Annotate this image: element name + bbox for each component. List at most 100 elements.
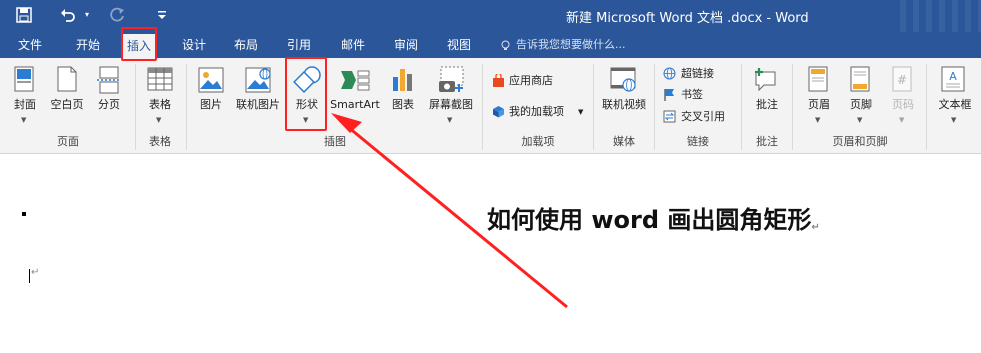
tab-view[interactable]: 视图 bbox=[437, 32, 481, 58]
chevron-down-icon: ▼ bbox=[857, 116, 863, 124]
header-button[interactable]: 页眉 ▼ bbox=[800, 64, 838, 130]
redo-icon[interactable] bbox=[107, 5, 127, 25]
online-video-label: 联机视频 bbox=[602, 98, 646, 111]
online-video-button[interactable]: 联机视频 bbox=[598, 64, 650, 130]
hyperlink-label: 超链接 bbox=[681, 67, 714, 80]
group-label-pages: 页面 bbox=[57, 135, 79, 148]
table-icon bbox=[147, 67, 173, 91]
header-icon bbox=[808, 66, 828, 92]
page-number-label: 页码 bbox=[892, 98, 914, 111]
group-label-comments: 批注 bbox=[756, 135, 778, 148]
tab-references[interactable]: 引用 bbox=[277, 32, 321, 58]
tab-design[interactable]: 设计 bbox=[172, 32, 216, 58]
table-label: 表格 bbox=[149, 98, 171, 111]
store-button[interactable]: 应用商店 bbox=[490, 72, 570, 90]
group-label-tables: 表格 bbox=[149, 135, 171, 148]
undo-icon[interactable] bbox=[58, 5, 78, 25]
picture-button[interactable]: 图片 bbox=[193, 64, 229, 130]
page-break-button[interactable]: 分页 bbox=[92, 64, 126, 130]
save-icon[interactable] bbox=[14, 5, 34, 25]
paragraph-mark: ↵ bbox=[811, 222, 820, 233]
blank-page-icon bbox=[57, 66, 77, 92]
hyperlink-button[interactable]: 超链接 bbox=[662, 65, 732, 83]
picture-icon bbox=[198, 67, 224, 93]
tab-home[interactable]: 开始 bbox=[66, 32, 110, 58]
footer-icon bbox=[850, 66, 870, 92]
hyperlink-icon bbox=[663, 67, 676, 80]
my-addins-button[interactable]: 我的加载项 ▼ bbox=[490, 103, 590, 121]
comment-label: 批注 bbox=[756, 98, 778, 111]
textbox-icon: A bbox=[941, 66, 965, 92]
smartart-button[interactable]: SmartArt bbox=[328, 64, 382, 130]
screenshot-label: 屏幕截图 bbox=[429, 98, 473, 111]
chart-icon bbox=[393, 69, 412, 91]
group-separator bbox=[135, 64, 136, 150]
group-label-links: 链接 bbox=[687, 135, 709, 148]
word-window: ▾ 新建 Microsoft Word 文档 .docx - Word 文件 开… bbox=[0, 0, 981, 353]
comment-button[interactable]: 批注 bbox=[746, 64, 788, 130]
tab-mailings[interactable]: 邮件 bbox=[331, 32, 375, 58]
online-picture-button[interactable]: 联机图片 bbox=[232, 64, 284, 130]
group-separator bbox=[741, 64, 742, 150]
group-separator bbox=[482, 64, 483, 150]
document-heading: 如何使用 word 画出圆角矩形↵ bbox=[487, 200, 820, 235]
screenshot-icon bbox=[439, 66, 464, 92]
heading-text: 如何使用 word 画出圆角矩形 bbox=[487, 206, 812, 234]
svg-text:#: # bbox=[897, 73, 907, 87]
tab-review[interactable]: 审阅 bbox=[384, 32, 428, 58]
group-label-media: 媒体 bbox=[613, 135, 635, 148]
chevron-down-icon: ▼ bbox=[21, 116, 27, 124]
highlight-insert-tab bbox=[121, 27, 157, 61]
group-label-addins: 加载项 bbox=[521, 135, 555, 148]
bookmark-button[interactable]: 书签 bbox=[662, 86, 732, 104]
cover-page-label: 封面 bbox=[14, 98, 36, 111]
cross-reference-button[interactable]: 交叉引用 bbox=[662, 108, 736, 126]
paragraph-mark: ↵ bbox=[31, 267, 40, 278]
page-break-label: 分页 bbox=[98, 98, 120, 111]
chevron-down-icon: ▼ bbox=[447, 116, 453, 124]
smartart-icon bbox=[341, 70, 370, 91]
footer-button[interactable]: 页脚 ▼ bbox=[842, 64, 880, 130]
chart-label: 图表 bbox=[392, 98, 414, 111]
group-label-illustrations: 插图 bbox=[324, 135, 346, 148]
tab-file[interactable]: 文件 bbox=[8, 32, 52, 58]
bullet-mark bbox=[22, 212, 26, 216]
blank-page-button[interactable]: 空白页 bbox=[46, 64, 88, 130]
picture-label: 图片 bbox=[200, 98, 222, 111]
bookmark-label: 书签 bbox=[681, 88, 703, 101]
svg-text:A: A bbox=[949, 70, 957, 83]
text-cursor bbox=[29, 269, 30, 283]
tab-layout[interactable]: 布局 bbox=[224, 32, 268, 58]
ribbon-insert: 封面 ▼ 空白页 分页 页面 表格 ▼ 表格 图片 联机图片 形状 ▼ Smar… bbox=[0, 58, 981, 154]
page-number-button[interactable]: # 页码 ▼ bbox=[884, 64, 922, 130]
new-comment-icon bbox=[755, 68, 776, 92]
footer-label: 页脚 bbox=[850, 98, 872, 111]
store-bag-icon bbox=[493, 74, 504, 87]
chevron-down-icon: ▼ bbox=[578, 108, 584, 116]
my-addins-label: 我的加载项 bbox=[509, 105, 564, 118]
highlight-shapes-button bbox=[285, 57, 327, 131]
chevron-down-icon: ▼ bbox=[815, 116, 821, 124]
chevron-down-icon: ▼ bbox=[899, 116, 905, 124]
document-page[interactable]: 如何使用 word 画出圆角矩形↵ ↵ bbox=[0, 155, 981, 353]
chevron-down-icon: ▼ bbox=[951, 116, 957, 124]
screenshot-button[interactable]: 屏幕截图 ▼ bbox=[424, 64, 478, 130]
group-separator bbox=[186, 64, 187, 150]
customize-qat-icon[interactable] bbox=[155, 5, 169, 25]
cross-reference-icon bbox=[663, 110, 676, 123]
title-decoration bbox=[900, 0, 981, 32]
group-separator bbox=[654, 64, 655, 150]
lightbulb-icon bbox=[501, 40, 510, 50]
cover-page-button[interactable]: 封面 ▼ bbox=[8, 64, 42, 130]
header-label: 页眉 bbox=[808, 98, 830, 111]
cross-reference-label: 交叉引用 bbox=[681, 110, 725, 123]
textbox-button[interactable]: A 文本框 ▼ bbox=[932, 64, 978, 130]
page-break-icon bbox=[97, 66, 121, 94]
window-title: 新建 Microsoft Word 文档 .docx - Word bbox=[566, 11, 809, 26]
tell-me-input[interactable]: 告诉我您想要做什么... bbox=[516, 32, 626, 58]
undo-dropdown-icon[interactable]: ▾ bbox=[82, 5, 92, 25]
chart-button[interactable]: 图表 bbox=[386, 64, 420, 130]
store-label: 应用商店 bbox=[509, 74, 553, 87]
table-button[interactable]: 表格 ▼ bbox=[140, 64, 180, 130]
chevron-down-icon: ▼ bbox=[156, 116, 162, 124]
